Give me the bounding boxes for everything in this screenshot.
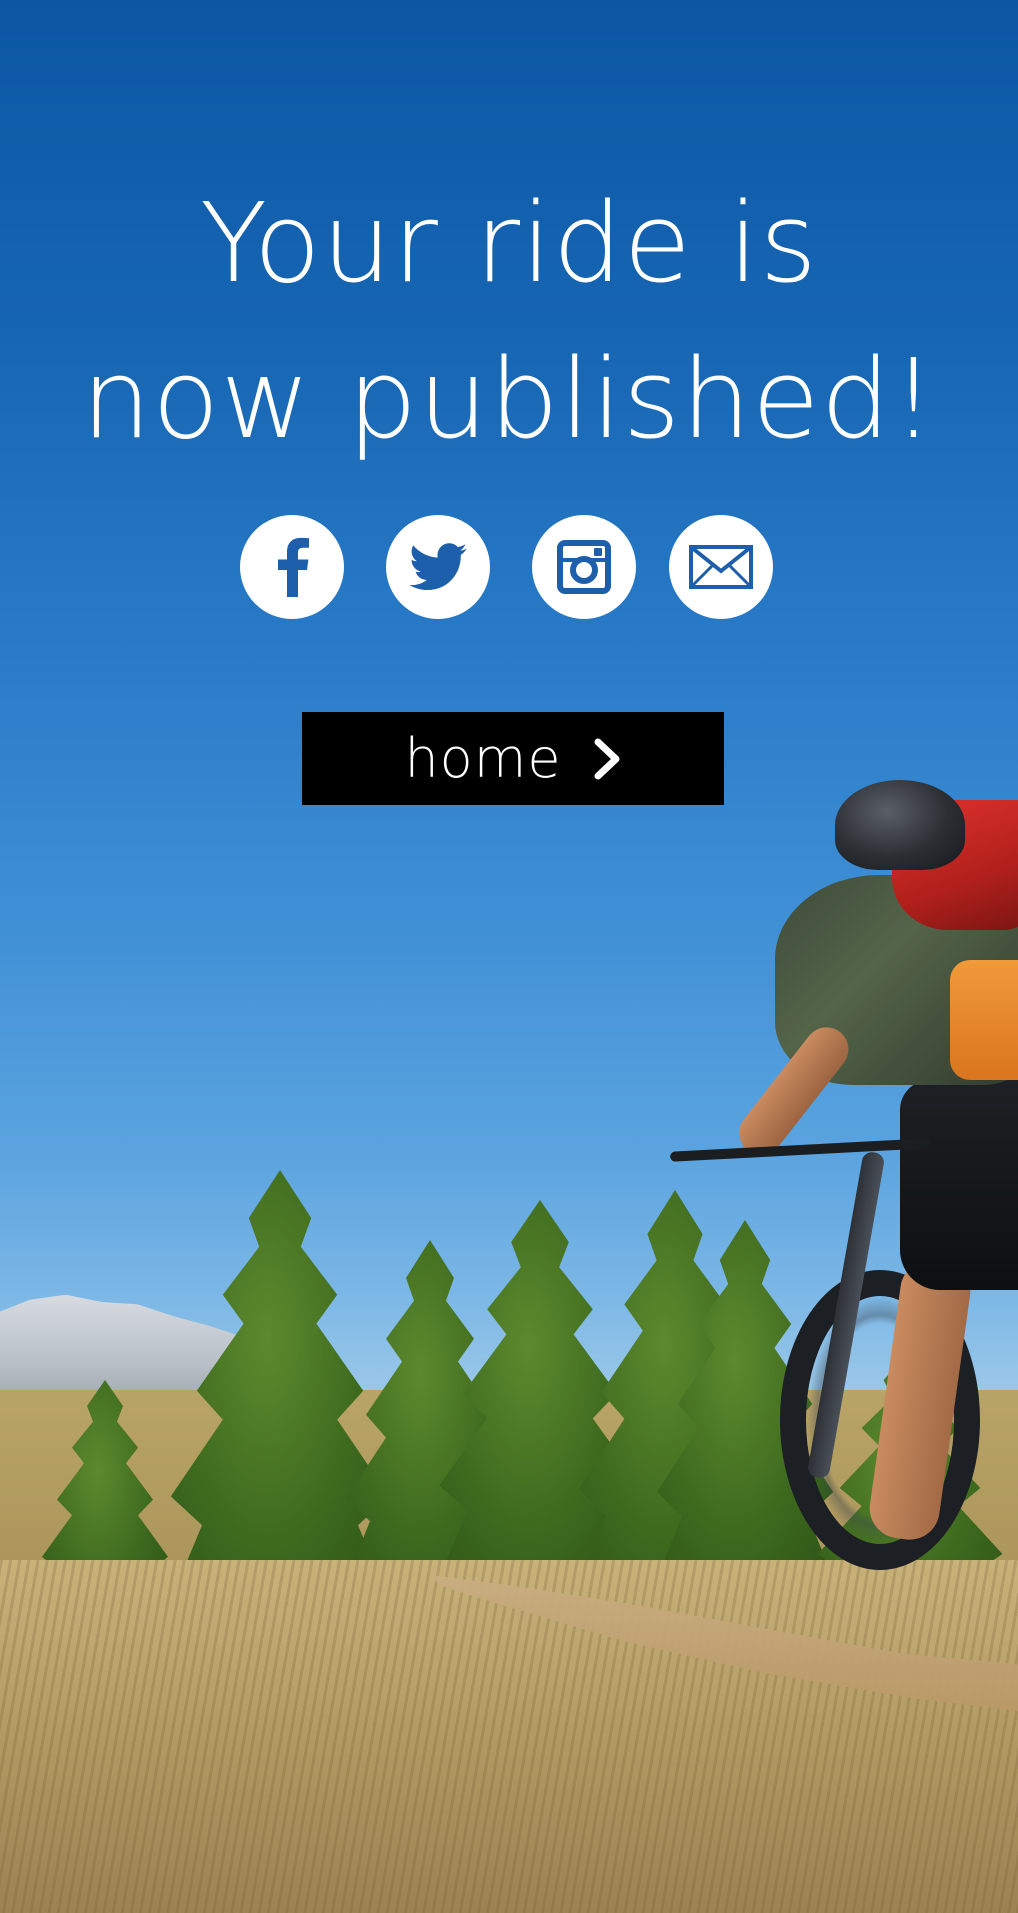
- facebook-icon: [278, 537, 309, 597]
- title-line-2: now published!: [81, 335, 937, 463]
- share-twitter-button[interactable]: [386, 515, 490, 619]
- page-title: Your ride is now published!: [0, 165, 1018, 477]
- twitter-icon: [409, 543, 467, 591]
- instagram-icon: [557, 540, 611, 594]
- share-buttons: [0, 515, 1018, 619]
- home-button[interactable]: home: [302, 712, 724, 805]
- title-line-1: Your ride is: [200, 179, 818, 307]
- ride-published-screen: Your ride is now published! home: [0, 0, 1018, 1913]
- chevron-right-icon: [592, 738, 622, 780]
- share-facebook-button[interactable]: [240, 515, 344, 619]
- share-instagram-button[interactable]: [532, 515, 636, 619]
- share-email-button[interactable]: [669, 515, 773, 619]
- content-overlay: Your ride is now published! home: [0, 0, 1018, 1913]
- mail-icon: [689, 545, 753, 589]
- home-button-label: home: [404, 727, 562, 790]
